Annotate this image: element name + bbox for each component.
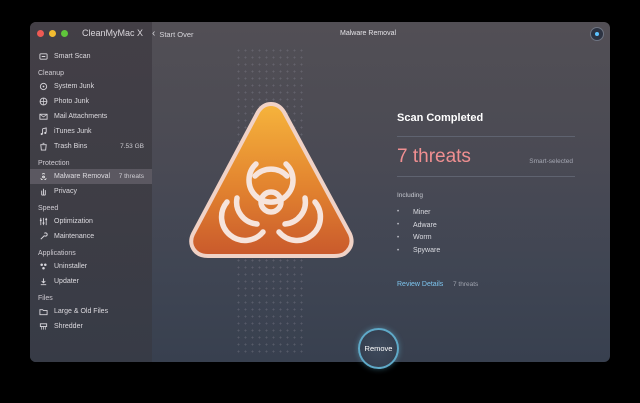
sidebar-section-protection: Protection <box>38 160 70 167</box>
sidebar-item-label: Shredder <box>54 323 83 330</box>
threat-list: • Miner • Adware • Worm • Spyware <box>397 206 440 257</box>
list-item: • Adware <box>397 219 440 232</box>
bullet-icon: • <box>397 234 400 241</box>
sidebar-item-label: iTunes Junk <box>54 128 92 135</box>
hand-icon <box>38 187 48 197</box>
assistant-icon <box>595 32 599 36</box>
biohazard-icon <box>38 172 48 182</box>
sidebar-item-badge: 7.53 GB <box>120 143 144 150</box>
review-details-link[interactable]: Review Details <box>397 281 443 288</box>
folder-icon <box>38 307 48 317</box>
app-window: CleanMyMac X Smart Scan Cleanup System Jun… <box>30 22 610 362</box>
sidebar-item-label: Privacy <box>54 188 77 195</box>
list-item: • Worm <box>397 232 440 245</box>
bullet-icon: • <box>397 247 400 254</box>
sidebar-item-label: Smart Scan <box>54 53 91 60</box>
mail-icon <box>38 112 48 122</box>
sidebar-item-mail-attachments[interactable]: Mail Attachments <box>30 109 152 124</box>
sidebar-item-itunes-junk[interactable]: iTunes Junk <box>30 124 152 139</box>
sidebar-item-label: System Junk <box>54 83 95 90</box>
sidebar-item-badge: 7 threats <box>118 173 144 180</box>
threat-name: Spyware <box>413 247 441 255</box>
sidebar-item-maintenance[interactable]: Maintenance <box>30 229 152 244</box>
sidebar-item-label: Maintenance <box>54 233 95 240</box>
updater-icon <box>38 277 48 287</box>
trash-icon <box>38 142 48 152</box>
sidebar-item-privacy[interactable]: Privacy <box>30 184 152 199</box>
system-junk-icon <box>38 82 48 92</box>
threat-count: 7 threats <box>397 146 471 167</box>
minimize-button[interactable] <box>49 30 56 37</box>
remove-label: Remove <box>364 344 393 353</box>
sidebar-item-label: Photo Junk <box>54 98 90 105</box>
smart-selected-label: Smart-selected <box>529 158 573 165</box>
shredder-icon <box>38 322 48 332</box>
start-over-label: Start Over <box>159 29 194 39</box>
sidebar-section-files: Files <box>38 295 53 302</box>
sidebar-item-large-and-old-files[interactable]: Large & Old Files <box>30 304 152 319</box>
sidebar-item-photo-junk[interactable]: Photo Junk <box>30 94 152 109</box>
threat-name: Worm <box>413 234 432 242</box>
scan-title: Scan Completed <box>397 112 484 124</box>
sidebar-section-applications: Applications <box>38 250 76 257</box>
sidebar-section-speed: Speed <box>38 205 59 212</box>
photo-junk-icon <box>38 97 48 107</box>
page-title: Malware Removal <box>340 30 397 37</box>
zoom-button[interactable] <box>61 30 68 37</box>
results-panel: Scan Completed 7 threats Smart-selected … <box>397 22 577 362</box>
sidebar-item-system-junk[interactable]: System Junk <box>30 79 152 94</box>
remove-button[interactable]: Remove <box>358 328 399 369</box>
biohazard-warning-icon <box>189 102 354 258</box>
sidebar-item-uninstaller[interactable]: Uninstaller <box>30 259 152 274</box>
divider <box>397 136 575 137</box>
sidebar-item-shredder[interactable]: Shredder <box>30 319 152 334</box>
sidebar-item-optimization[interactable]: Optimization <box>30 214 152 229</box>
bullet-icon: • <box>397 209 400 216</box>
review-count: 7 threats <box>453 281 479 288</box>
list-item: • Miner <box>397 206 440 219</box>
sidebar-item-trash-bins[interactable]: Trash Bins 7.53 GB <box>30 139 152 154</box>
assistant-button[interactable] <box>590 27 604 41</box>
sidebar-section-cleanup: Cleanup <box>38 70 65 77</box>
sidebar-item-label: Updater <box>54 278 79 285</box>
sidebar-item-label: Trash Bins <box>54 143 88 150</box>
app-title: CleanMyMac X <box>82 28 144 38</box>
sidebar-item-label: Uninstaller <box>54 263 88 270</box>
sidebar-item-label: Large & Old Files <box>54 308 109 315</box>
uninstaller-icon <box>38 262 48 272</box>
sidebar-nav: Smart Scan Cleanup System Junk Photo Junk Ma… <box>30 49 152 334</box>
sidebar: CleanMyMac X Smart Scan Cleanup System Jun… <box>30 22 152 362</box>
smart-scan-icon <box>38 52 48 62</box>
close-button[interactable] <box>37 30 44 37</box>
wrench-icon <box>38 232 48 242</box>
sidebar-item-updater[interactable]: Updater <box>30 274 152 289</box>
list-item: • Spyware <box>397 244 440 257</box>
divider <box>397 176 575 177</box>
bullet-icon: • <box>397 222 400 229</box>
window-controls <box>37 30 68 37</box>
sidebar-item-malware-removal[interactable]: Malware Removal 7 threats <box>30 169 152 184</box>
sliders-icon <box>38 217 48 227</box>
sidebar-item-label: Optimization <box>54 218 93 225</box>
threat-name: Adware <box>413 221 437 229</box>
sidebar-item-label: Mail Attachments <box>54 113 108 120</box>
sidebar-item-smart-scan[interactable]: Smart Scan <box>30 49 152 64</box>
including-label: Including <box>397 192 424 199</box>
threat-name: Miner <box>413 208 431 216</box>
chevron-left-icon: ‹ <box>152 28 156 39</box>
music-icon <box>38 127 48 137</box>
start-over-button[interactable]: ‹ Start Over <box>152 29 194 39</box>
sidebar-item-label: Malware Removal <box>54 173 111 180</box>
